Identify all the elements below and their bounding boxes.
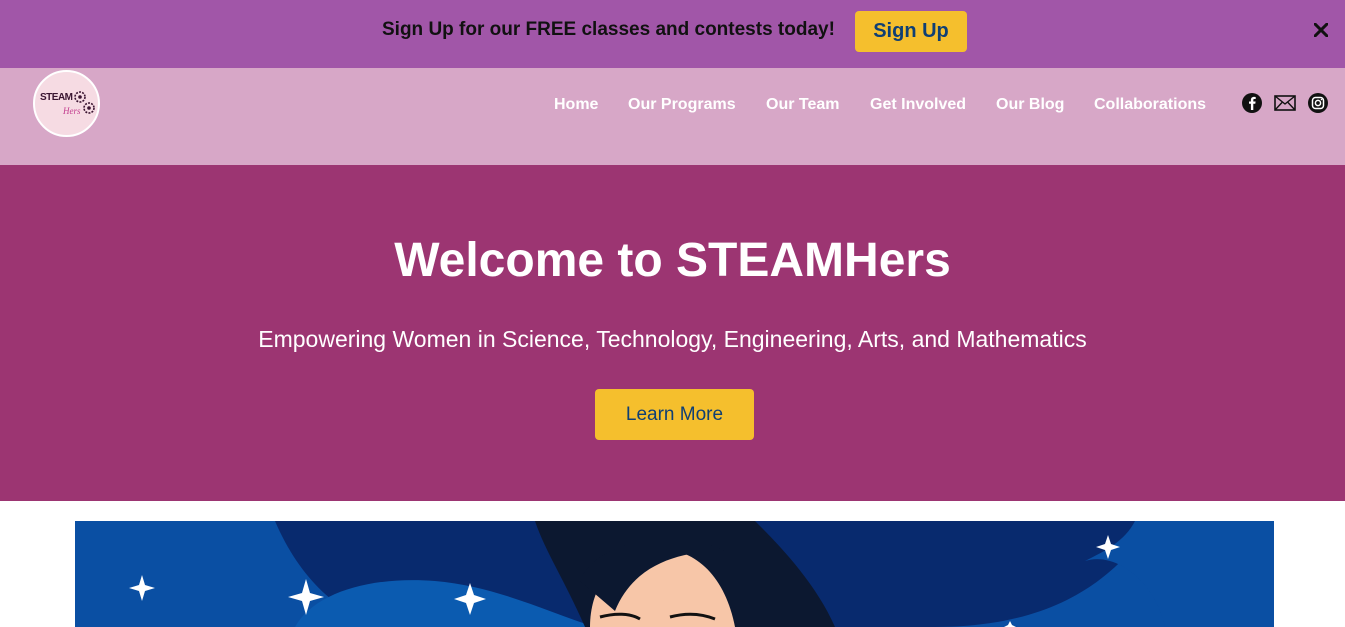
nav-item-home[interactable]: Home <box>554 96 598 114</box>
banner-signup-button[interactable]: Sign Up <box>855 11 967 52</box>
close-icon[interactable] <box>1309 18 1333 42</box>
site-logo[interactable]: STEAM Hers <box>33 70 100 137</box>
nav-item-our-blog[interactable]: Our Blog <box>996 96 1064 114</box>
hero-section: Welcome to STEAMHers Empowering Women in… <box>0 165 1345 501</box>
facebook-icon[interactable] <box>1241 92 1263 114</box>
logo-script-text: Hers <box>63 106 81 116</box>
nav-item-collaborations[interactable]: Collaborations <box>1094 96 1206 114</box>
instagram-icon[interactable] <box>1307 92 1329 114</box>
announcement-text: Sign Up for our FREE classes and contest… <box>382 19 835 40</box>
nav-item-get-involved[interactable]: Get Involved <box>870 96 966 114</box>
email-icon[interactable] <box>1274 92 1296 114</box>
nav-item-our-programs[interactable]: Our Programs <box>628 96 736 114</box>
logo-text: STEAM <box>40 92 73 103</box>
main-navbar: STEAM Hers Home Our Programs Our Team Ge… <box>0 68 1345 165</box>
hero-title: Welcome to STEAMHers <box>394 234 951 287</box>
learn-more-button[interactable]: Learn More <box>595 389 754 440</box>
hero-subtitle: Empowering Women in Science, Technology,… <box>258 326 1087 352</box>
hero-illustration <box>75 521 1274 627</box>
announcement-banner: Sign Up for our FREE classes and contest… <box>0 0 1345 68</box>
nav-item-our-team[interactable]: Our Team <box>766 96 840 114</box>
